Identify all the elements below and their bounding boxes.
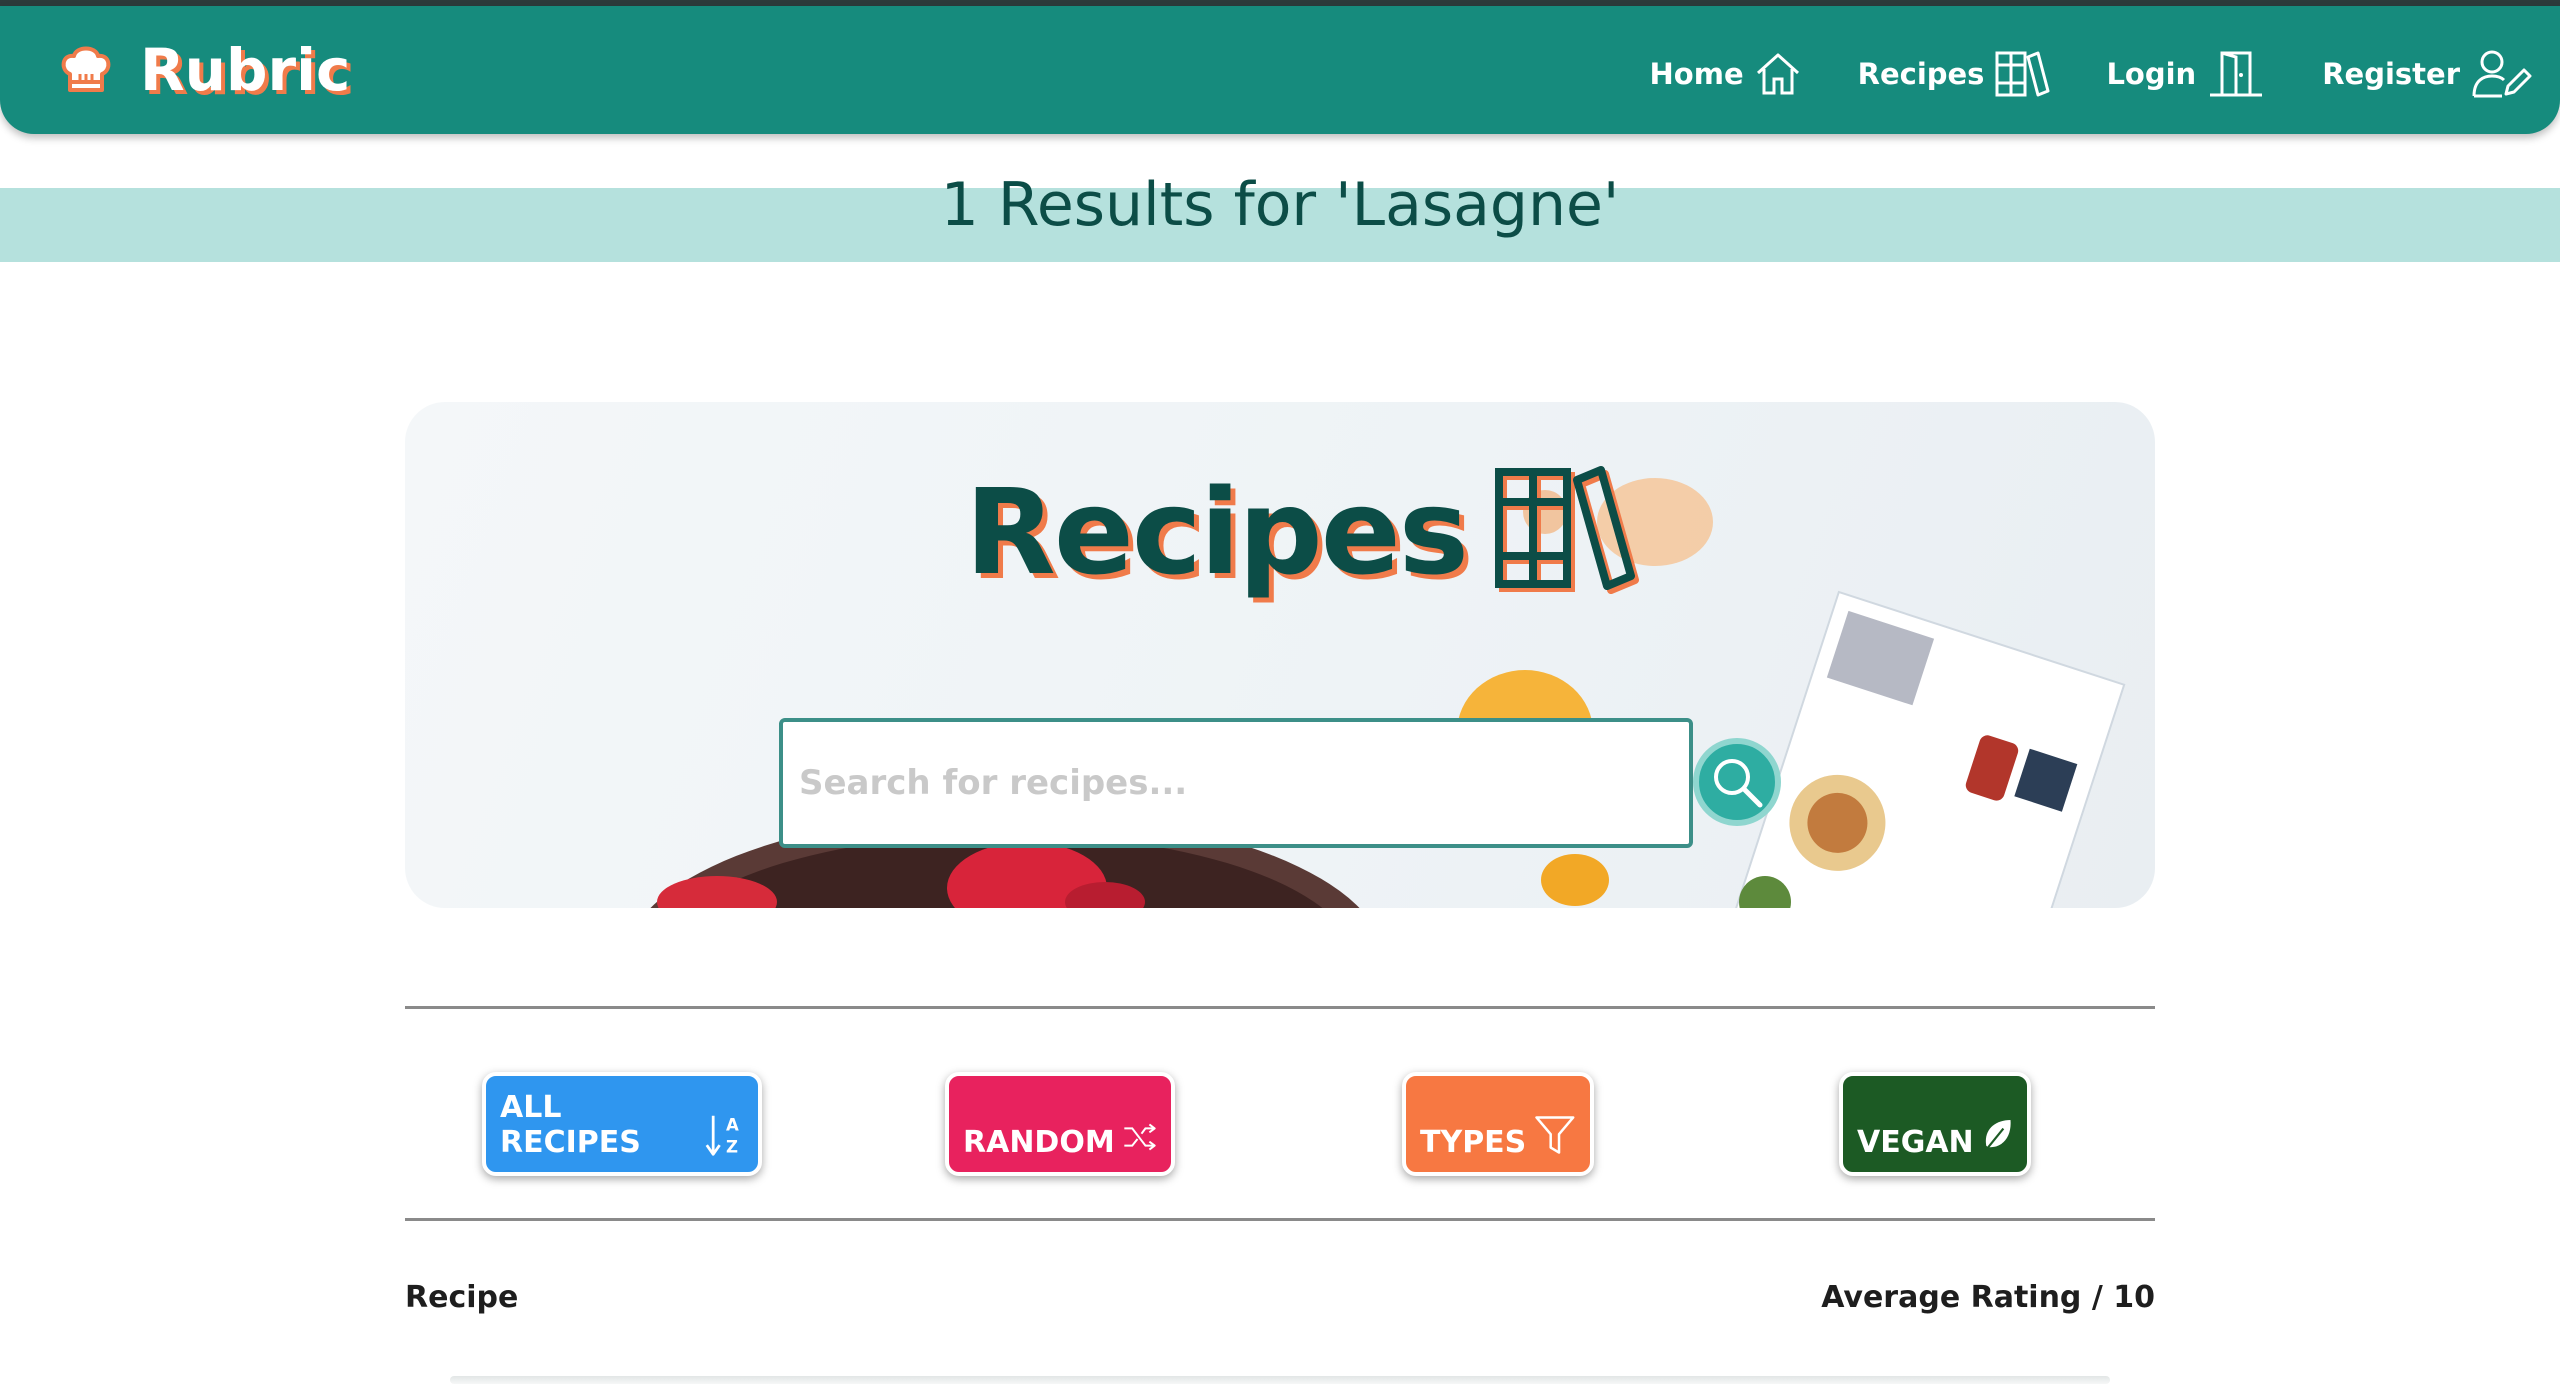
door-icon (2210, 51, 2263, 97)
column-header-rating: Average Rating / 10 (1821, 1280, 2155, 1315)
nav-login[interactable]: Login (2106, 49, 2266, 99)
brand-name: Rubric (140, 36, 351, 104)
column-header-recipe: Recipe (405, 1280, 519, 1315)
brand-logo[interactable]: Rubric (56, 32, 350, 108)
home-icon (1756, 53, 1799, 95)
user-edit-icon (2472, 50, 2532, 98)
navbar: Rubric Home Recipes Login Register (0, 6, 2560, 134)
leaf-icon (1983, 1120, 2011, 1153)
all-recipes-button[interactable]: ALL RECIPES A Z (482, 1072, 762, 1176)
nav-recipes-label: Recipes (1857, 57, 1985, 91)
filter-icon (1535, 1116, 1575, 1154)
search-input[interactable] (779, 718, 1693, 848)
random-button[interactable]: RANDOM (945, 1072, 1175, 1176)
types-label: TYPES (1420, 1125, 1527, 1160)
result-row[interactable] (450, 1376, 2110, 1384)
hero-title-text: Recipes (965, 463, 1469, 601)
nav-home[interactable]: Home (1650, 51, 1802, 97)
hero-section: Recipes (405, 402, 2155, 908)
chef-hat-icon (61, 46, 111, 92)
svg-text:A: A (726, 1115, 739, 1134)
all-recipes-label: ALL RECIPES (500, 1090, 641, 1160)
nav-login-label: Login (2106, 57, 2197, 91)
vegan-button[interactable]: VEGAN (1839, 1072, 2031, 1176)
hero-title: Recipes (965, 462, 1643, 602)
random-label: RANDOM (963, 1125, 1115, 1160)
types-button[interactable]: TYPES (1402, 1072, 1594, 1176)
search-icon (1714, 759, 1763, 808)
svg-text:Z: Z (726, 1137, 738, 1156)
shuffle-icon (1124, 1123, 1156, 1151)
divider-bottom (405, 1218, 2155, 1221)
nav-register-label: Register (2322, 57, 2460, 91)
vegan-label: VEGAN (1857, 1125, 1974, 1160)
divider-top (405, 1006, 2155, 1009)
nav-home-label: Home (1649, 57, 1744, 91)
nav-register[interactable]: Register (2322, 48, 2532, 100)
sort-alpha-down-icon: A Z (705, 1115, 739, 1156)
books-icon (1995, 51, 2050, 97)
results-heading: 1 Results for 'Lasagne' (940, 170, 1620, 240)
books-icon (1495, 466, 1640, 594)
search-button[interactable] (1693, 738, 1781, 826)
nav-links: Home Recipes Login Register (1594, 42, 2532, 106)
nav-recipes[interactable]: Recipes (1858, 49, 2051, 99)
